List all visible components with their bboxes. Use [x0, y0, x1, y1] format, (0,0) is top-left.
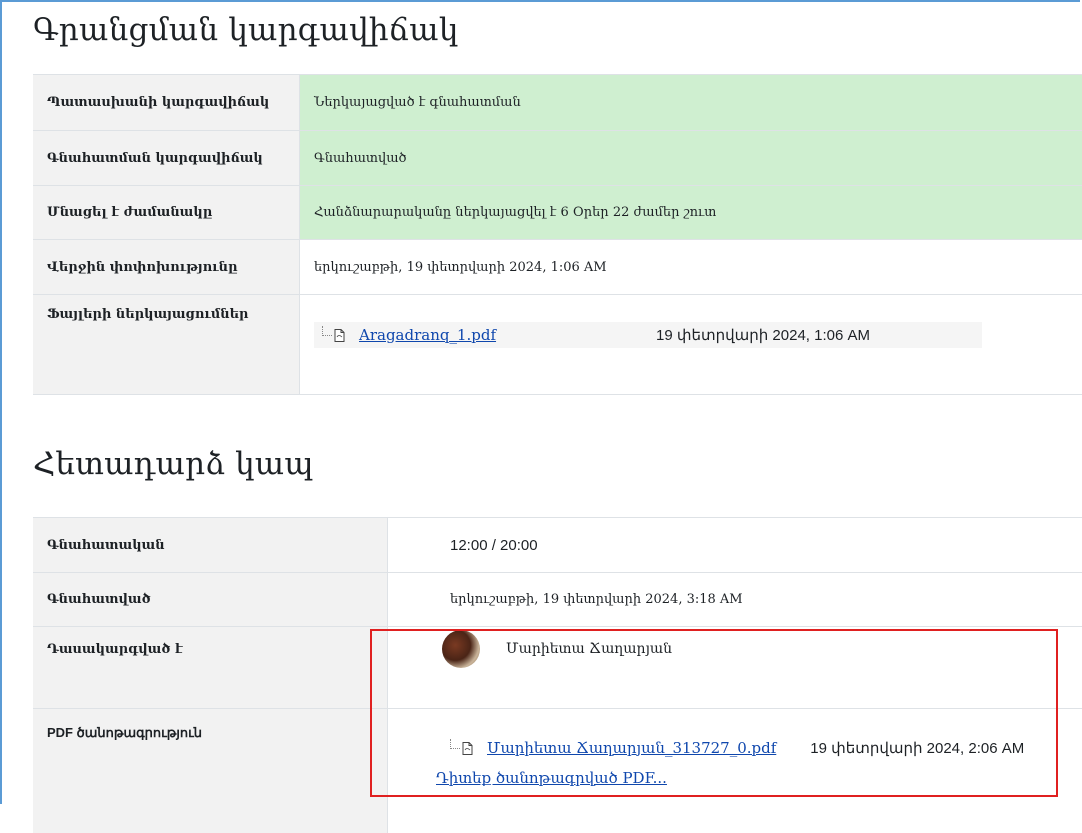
- table-row: Վերջին փոփոխությունը երկուշաբթի, 19 փետր…: [33, 240, 1082, 295]
- table-row: Մնացել է ժամանակը Հանձնարարականը ներկայա…: [33, 186, 1082, 240]
- row-label: Գնահատման կարգավիճակ: [33, 131, 300, 186]
- grade-value: 12:00 / 20:00: [388, 518, 1082, 573]
- row-label: Դասակարգված է: [33, 627, 388, 709]
- table-row: Գնահատական 12:00 / 20:00: [33, 518, 1082, 573]
- callout-box: [370, 629, 1058, 797]
- table-row: Պատասխանի կարգավիճակ Ներկայացված է գնահա…: [33, 75, 1082, 131]
- row-label: Մնացել է ժամանակը: [33, 186, 300, 240]
- row-label: Ֆայլերի ներկայացումներ: [33, 295, 300, 395]
- submission-status-heading: Գրանցման կարգավիճակ: [33, 12, 459, 48]
- row-label: Գնահատված: [33, 573, 388, 627]
- table-row: Գնահատված երկուշաբթի, 19 փետրվարի 2024, …: [33, 573, 1082, 627]
- time-remaining-value: Հանձնարարականը ներկայացվել է 6 Օրեր 22 ժ…: [300, 186, 1082, 240]
- file-date: 19 փետրվարի 2024, 1:06 AM: [656, 326, 870, 344]
- feedback-heading: Հետադարձ կապ: [33, 446, 314, 482]
- row-label: Գնահատական: [33, 518, 388, 573]
- tree-connector: [322, 326, 332, 336]
- grading-status-value: Գնահատված: [300, 131, 1082, 186]
- submission-status-value: Ներկայացված է գնահատման: [300, 75, 1082, 131]
- file-item: Aragadranq_1.pdf 19 փետրվարի 2024, 1:06 …: [314, 322, 982, 348]
- file-submissions-cell: Aragadranq_1.pdf 19 փետրվարի 2024, 1:06 …: [300, 295, 1082, 395]
- submission-status-table: Պատասխանի կարգավիճակ Ներկայացված է գնահա…: [33, 74, 1082, 395]
- row-label: PDF ծանոթագրություն: [33, 709, 388, 833]
- table-row: Ֆայլերի ներկայացումներ Aragadranq_1.pdf …: [33, 295, 1082, 395]
- graded-on-value: երկուշաբթի, 19 փետրվարի 2024, 3:18 AM: [388, 573, 1082, 627]
- last-modified-value: երկուշաբթի, 19 փետրվարի 2024, 1:06 AM: [300, 240, 1082, 295]
- row-label: Վերջին փոփոխությունը: [33, 240, 300, 295]
- file-pdf-icon: [334, 329, 345, 342]
- submitted-file-link[interactable]: Aragadranq_1.pdf: [359, 326, 496, 344]
- table-row: Գնահատման կարգավիճակ Գնահատված: [33, 131, 1082, 186]
- row-label: Պատասխանի կարգավիճակ: [33, 75, 300, 131]
